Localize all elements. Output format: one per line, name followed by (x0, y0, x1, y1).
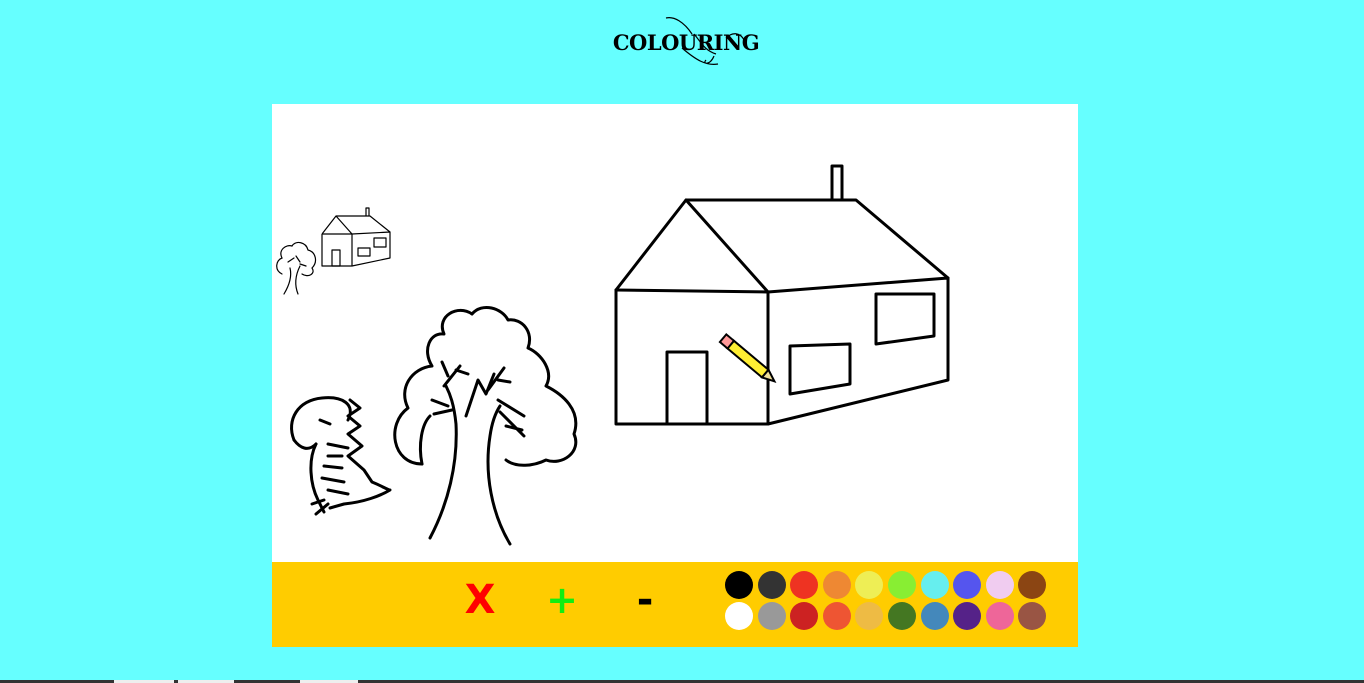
color-swatch[interactable] (725, 571, 753, 599)
increase-brush-button[interactable]: + (542, 572, 582, 627)
color-swatch[interactable] (757, 602, 786, 630)
color-swatch[interactable] (985, 571, 1014, 599)
color-swatch[interactable] (1018, 571, 1047, 599)
thumbnail-house[interactable] (320, 206, 396, 270)
color-swatch[interactable] (1018, 602, 1047, 630)
color-swatch[interactable] (725, 602, 753, 630)
toolbar: X + - (272, 562, 1078, 647)
color-palette (725, 571, 1055, 635)
color-swatch[interactable] (888, 602, 916, 630)
color-swatch[interactable] (822, 571, 851, 599)
color-swatch[interactable] (985, 602, 1014, 630)
dinosaur-drawing[interactable] (290, 396, 392, 516)
color-swatch[interactable] (790, 602, 819, 630)
colouring-board: X + - (272, 104, 1078, 647)
color-swatch[interactable] (920, 602, 949, 630)
color-swatch[interactable] (855, 571, 884, 599)
thumbnail-tree[interactable] (274, 240, 318, 296)
app-logo: COLOURING (606, 12, 766, 72)
color-swatch[interactable] (822, 602, 851, 630)
clear-button[interactable]: X (460, 572, 500, 627)
color-swatch[interactable] (920, 571, 949, 599)
house-drawing[interactable] (614, 164, 950, 426)
color-swatch[interactable] (953, 602, 982, 630)
color-swatch[interactable] (855, 602, 884, 630)
color-swatch[interactable] (953, 571, 982, 599)
drawing-canvas[interactable] (272, 104, 1078, 562)
color-swatch[interactable] (790, 571, 819, 599)
app-title: COLOURING (612, 30, 760, 55)
tree-drawing[interactable] (393, 305, 578, 546)
color-swatch[interactable] (757, 571, 786, 599)
color-swatch[interactable] (888, 571, 916, 599)
decrease-brush-button[interactable]: - (625, 572, 665, 627)
